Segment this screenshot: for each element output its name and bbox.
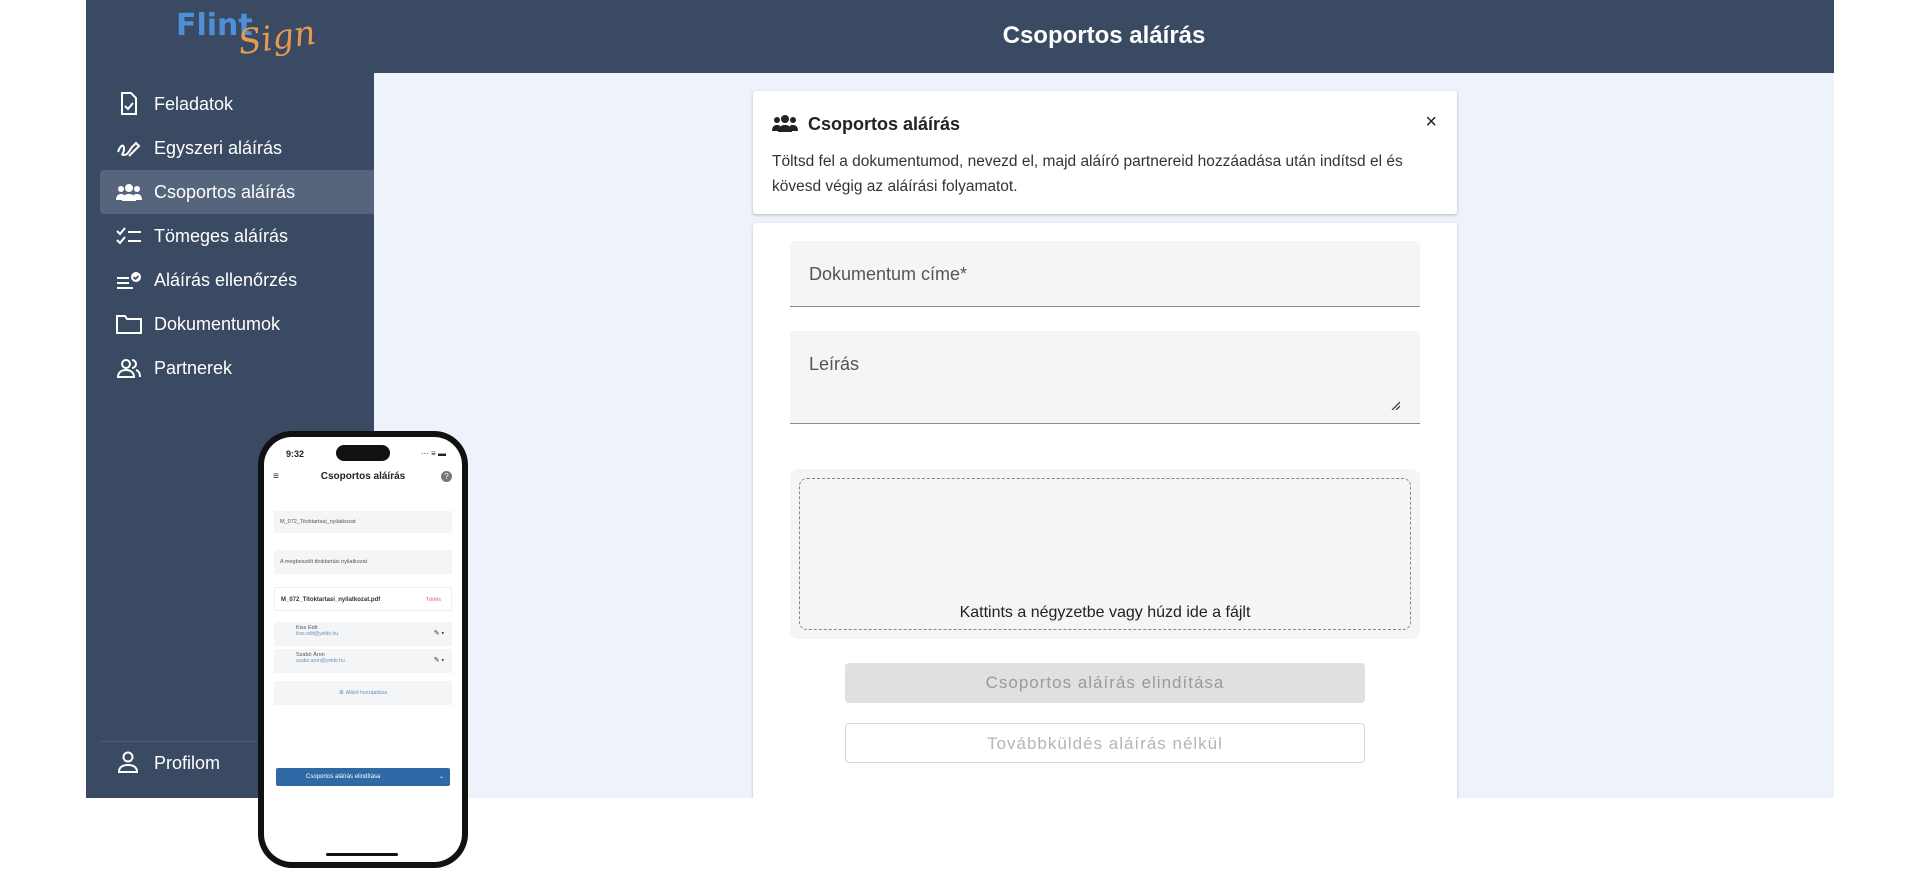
phone-mockup: 9:32 ··· ≡ ▬ ≡ Csoportos aláírás ? M_072… <box>258 431 468 868</box>
phone-start-button[interactable]: Csoportos aláírás elindítása ⌄ <box>276 768 450 786</box>
phone-add-signer-label: Aláíró hozzáadása <box>345 690 388 696</box>
phone-doc-title-field[interactable]: M_072_Titoktartasi_nyilatkozat <box>274 511 452 533</box>
sidebar-item-partnerek[interactable]: Partnerek <box>100 346 374 390</box>
sidebar-item-dokumentumok[interactable]: Dokumentumok <box>100 302 374 346</box>
sidebar-item-label: Dokumentumok <box>154 313 281 334</box>
verify-icon <box>116 267 142 293</box>
file-drop-zone[interactable]: Kattints a négyzetbe vagy húzd ide a fáj… <box>790 469 1420 639</box>
user-icon <box>116 751 142 777</box>
folder-icon <box>116 311 142 337</box>
info-description: Töltsd fel a dokumentumod, nevezd el, ma… <box>772 153 1403 195</box>
group-icon <box>116 179 142 205</box>
help-icon[interactable]: ? <box>441 471 452 482</box>
plus-circle-icon: ⊕ <box>338 690 344 696</box>
phone-edit-delete-icons[interactable]: ✎ ▪ <box>434 656 444 664</box>
profile-label: Profilom <box>154 753 221 773</box>
phone-doc-desc-value: A megbeszélt titoktartási nyilatkozat <box>280 559 368 565</box>
group-icon <box>772 113 798 135</box>
phone-status-icons: ··· ≡ ▬ <box>420 449 446 458</box>
sidebar-item-label: Aláírás ellenőrzés <box>154 269 298 290</box>
drop-zone-text: Kattints a négyzetbe vagy húzd ide a fáj… <box>959 604 1251 621</box>
phone-file-delete[interactable]: Törlés <box>426 588 441 612</box>
sidebar-item-csoportos[interactable]: Csoportos aláírás <box>100 170 374 214</box>
sidebar-item-tomeges[interactable]: Tömeges aláírás <box>100 214 374 258</box>
partners-icon <box>116 355 142 381</box>
phone-title: Csoportos aláírás <box>320 471 406 482</box>
sidebar-item-label: Tömeges aláírás <box>154 225 289 246</box>
phone-time: 9:32 <box>286 449 305 459</box>
phone-add-signer-button[interactable]: ⊕ Aláíró hozzáadása <box>274 681 452 705</box>
info-card-title: Csoportos aláírás <box>808 113 961 134</box>
home-indicator <box>326 853 398 856</box>
top-bar: Flint Sign Csoportos aláírás <box>86 0 1834 73</box>
start-group-signing-button[interactable]: Csoportos aláírás elindítása <box>845 663 1365 703</box>
sidebar-item-label: Egyszeri aláírás <box>154 137 283 158</box>
signature-icon <box>116 135 142 161</box>
phone-start-label: Csoportos aláírás elindítása <box>306 774 381 780</box>
sidebar-item-feladatok[interactable]: Feladatok <box>100 82 374 126</box>
phone-signer-email: szabo.aron@yeldo.hu <box>296 658 345 664</box>
document-title-field[interactable]: Dokumentum címe* <box>790 241 1420 307</box>
info-card-header: Csoportos aláírás <box>772 113 960 135</box>
task-doc-icon <box>116 91 142 117</box>
page-title: Csoportos aláírás <box>1002 22 1206 49</box>
sidebar-item-ellenorzes[interactable]: Aláírás ellenőrzés <box>100 258 374 302</box>
phone-doc-desc-field[interactable]: A megbeszélt titoktartási nyilatkozat <box>274 550 452 574</box>
flintsign-logo[interactable]: Flint Sign <box>176 8 318 63</box>
chevron-down-icon: ⌄ <box>438 774 444 780</box>
phone-file-row: M_072_Titoktartasi_nyilatkozat.pdf Törlé… <box>274 587 452 611</box>
checklist-icon <box>116 223 142 249</box>
sidebar-item-label: Feladatok <box>154 93 234 114</box>
info-card: Csoportos aláírás × Töltsd fel a dokumen… <box>753 91 1457 214</box>
phone-doc-title-value: M_072_Titoktartasi_nyilatkozat <box>280 519 356 525</box>
phone-file-name: M_072_Titoktartasi_nyilatkozat.pdf <box>281 597 381 603</box>
dynamic-island <box>336 445 390 461</box>
phone-edit-delete-icons[interactable]: ✎ ▪ <box>434 629 444 637</box>
form-card: Dokumentum címe* Leírás Kattints a négyz… <box>753 223 1457 798</box>
sidebar-item-label: Csoportos aláírás <box>154 181 296 202</box>
close-icon[interactable]: × <box>1425 111 1437 134</box>
phone-signer-row[interactable]: Kiss Edit kiss.edit@yeldo.hu ✎ ▪ <box>274 622 452 646</box>
phone-signer-email: kiss.edit@yeldo.hu <box>296 631 339 637</box>
forward-without-signing-button[interactable]: Továbbküldés aláírás nélkül <box>845 723 1365 763</box>
sidebar-item-egyszeri[interactable]: Egyszeri aláírás <box>100 126 374 170</box>
description-field[interactable]: Leírás <box>790 331 1420 424</box>
sidebar-item-label: Partnerek <box>154 357 233 378</box>
phone-screen: 9:32 ··· ≡ ▬ ≡ Csoportos aláírás ? M_072… <box>264 437 462 862</box>
phone-signer-row[interactable]: Szabó Áron szabo.aron@yeldo.hu ✎ ▪ <box>274 649 452 673</box>
description-label: Leírás <box>809 354 860 374</box>
document-title-label: Dokumentum címe* <box>809 264 968 284</box>
resize-handle-icon[interactable] <box>1390 397 1401 415</box>
